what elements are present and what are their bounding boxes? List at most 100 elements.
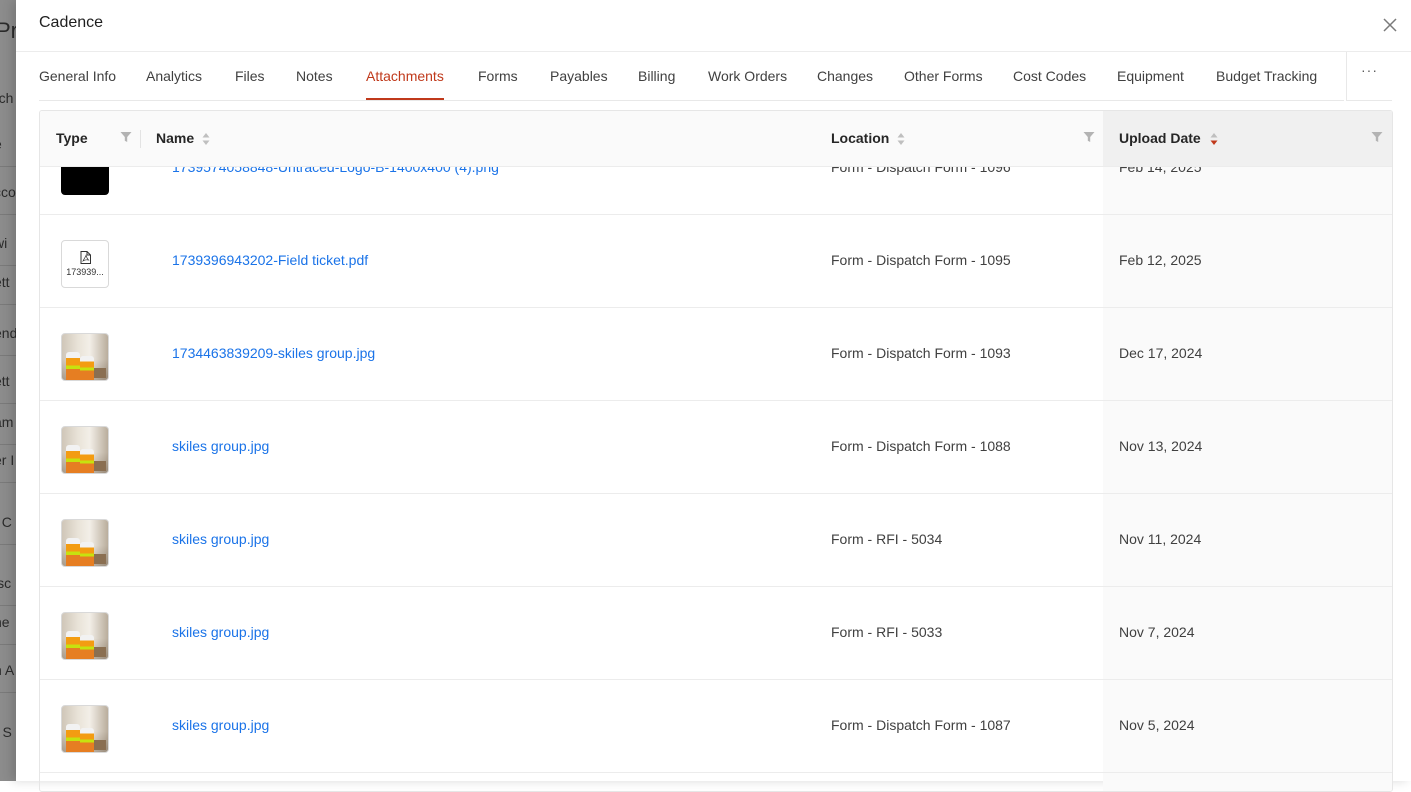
background-divider [0, 644, 16, 645]
sort-icon[interactable] [202, 132, 210, 146]
background-text-fragment: wi [0, 235, 8, 251]
photo-worker [66, 631, 80, 659]
upload-date-cell: Feb 12, 2025 [1119, 252, 1202, 268]
tab-analytics[interactable]: Analytics [146, 52, 202, 99]
location-cell: Form - RFI - 5034 [831, 531, 943, 547]
filter-icon[interactable] [120, 131, 132, 143]
tab-billing[interactable]: Billing [638, 52, 675, 99]
tab-payables[interactable]: Payables [550, 52, 608, 99]
drawer-header: Cadence [16, 0, 1411, 52]
background-text-fragment: ett [0, 373, 10, 389]
table-body: 1739574058848-Untraced-Logo-B-1400x400 (… [40, 166, 1392, 791]
table-row[interactable]: skiles group.jpg Form - RFI - 5033 Nov 7, … [40, 586, 1392, 680]
photo-worker [66, 724, 80, 752]
table-row[interactable]: 173939... 1739396943202-Field ticket.pdf F… [40, 214, 1392, 308]
tab-equipment[interactable]: Equipment [1117, 52, 1184, 99]
file-name-link[interactable]: 1739396943202-Field ticket.pdf [172, 252, 368, 268]
table-header: Type Name Location Upload Date [40, 111, 1392, 167]
photo-worker [80, 542, 94, 566]
table-row[interactable]: skiles group.jpg Form - Dispatch Form - 1… [40, 679, 1392, 773]
filter-icon[interactable] [1083, 131, 1095, 143]
background-text-fragment: end [0, 325, 16, 341]
table-row[interactable]: skiles group.jpg Form - Dispatch Form - 1… [40, 400, 1392, 494]
file-name-link[interactable]: skiles group.jpg [172, 438, 269, 454]
column-divider [140, 130, 141, 148]
upload-date-cell: Nov 13, 2024 [1119, 438, 1203, 454]
photo-worker [66, 352, 80, 380]
background-text-fragment: t C [0, 514, 12, 530]
close-icon [1383, 18, 1397, 32]
location-cell: Form - Dispatch Form - 1088 [831, 438, 1011, 454]
column-header-upload-date[interactable]: Upload Date [1119, 111, 1201, 166]
tab-general-info[interactable]: General Info [39, 52, 116, 99]
background-text-fragment: n A [0, 662, 15, 678]
upload-date-cell: Nov 5, 2024 [1119, 717, 1195, 733]
tab-forms[interactable]: Forms [478, 52, 518, 99]
photo-worker [80, 449, 94, 473]
tab-changes[interactable]: Changes [817, 52, 873, 99]
tab-budget-tracking[interactable]: Budget Tracking [1216, 52, 1317, 99]
tab-attachments[interactable]: Attachments [366, 52, 444, 100]
background-text-fragment: rch [0, 90, 14, 106]
file-name-link[interactable]: skiles group.jpg [172, 624, 269, 640]
location-cell: Form - Dispatch Form - 1095 [831, 252, 1011, 268]
photo-thumbnail[interactable] [61, 612, 109, 660]
background-page: Pr rch e cco wi ett end ett am er I t C lsc he n A r S [0, 0, 16, 781]
column-header-location[interactable]: Location [831, 111, 889, 166]
sort-icon[interactable] [897, 132, 905, 146]
background-text-fragment: Pr [0, 18, 16, 43]
background-divider [0, 214, 16, 215]
location-cell: Form - Dispatch Form - 1093 [831, 345, 1011, 361]
background-divider [0, 403, 16, 404]
table-row[interactable]: 1734463839209-skiles group.jpg Form - Dis… [40, 307, 1392, 401]
column-header-type: Type [56, 130, 88, 146]
file-name-link[interactable]: 1739574058848-Untraced-Logo-B-1400x400 (… [172, 166, 499, 175]
pdf-thumbnail[interactable]: 173939... [61, 240, 109, 288]
photo-worker [80, 635, 94, 659]
more-tabs-button[interactable]: ··· [1346, 52, 1392, 101]
file-name-link[interactable]: 1734463839209-skiles group.jpg [172, 345, 375, 361]
file-name-link[interactable]: skiles group.jpg [172, 531, 269, 547]
pdf-thumbnail-label: 173939... [66, 267, 104, 277]
photo-worker [80, 356, 94, 380]
project-drawer: Cadence General Info Analytics Files Notes A… [16, 0, 1411, 792]
tab-other-forms[interactable]: Other Forms [904, 52, 983, 99]
photo-worker [66, 445, 80, 473]
upload-date-cell: Nov 7, 2024 [1119, 624, 1195, 640]
photo-thumbnail[interactable] [61, 333, 109, 381]
location-cell: Form - RFI - 5033 [831, 624, 943, 640]
background-text-fragment: ett [0, 274, 10, 290]
photo-thumbnail[interactable] [61, 426, 109, 474]
table-row[interactable]: skiles group.jpg Form - RFI - 5034 Nov 11,… [40, 493, 1392, 587]
background-divider [0, 265, 16, 266]
upload-date-cell: Feb 14, 2025 [1119, 166, 1202, 175]
background-divider [0, 444, 16, 445]
image-thumbnail[interactable] [61, 166, 109, 195]
background-text-fragment: he [0, 614, 10, 630]
background-divider [0, 482, 16, 483]
tab-cost-codes[interactable]: Cost Codes [1013, 52, 1086, 99]
photo-worker [80, 728, 94, 752]
tab-files[interactable]: Files [235, 52, 265, 99]
close-button[interactable] [1379, 14, 1401, 36]
background-text-fragment: lsc [0, 575, 12, 591]
photo-thumbnail[interactable] [61, 519, 109, 567]
background-divider [0, 544, 16, 545]
file-name-link[interactable]: skiles group.jpg [172, 717, 269, 733]
drawer-title: Cadence [39, 14, 104, 31]
background-text-fragment: am [0, 414, 14, 430]
background-text-fragment: r S [0, 724, 12, 740]
photo-worker [66, 538, 80, 566]
photo-thumbnail[interactable] [61, 705, 109, 753]
filter-icon[interactable] [1371, 131, 1383, 143]
table-row[interactable]: 1739574058848-Untraced-Logo-B-1400x400 (… [40, 166, 1392, 215]
tab-notes[interactable]: Notes [296, 52, 333, 99]
background-text-fragment: e [0, 136, 2, 152]
background-divider [0, 166, 16, 167]
column-header-name[interactable]: Name [156, 111, 194, 166]
background-divider [0, 304, 16, 305]
location-cell: Form - Dispatch Form - 1096 [831, 166, 1011, 175]
background-divider [0, 355, 16, 356]
sort-descending-icon[interactable] [1210, 132, 1218, 146]
tab-work-orders[interactable]: Work Orders [708, 52, 787, 99]
